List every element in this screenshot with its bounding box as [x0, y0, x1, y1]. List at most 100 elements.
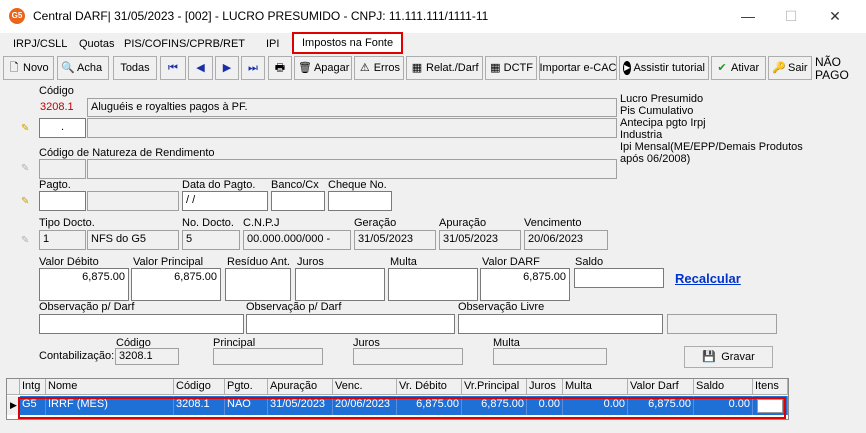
errors-icon: ⚠	[359, 62, 370, 74]
assistir-tutorial-label: Assistir tutorial	[633, 62, 705, 74]
assistir-tutorial-button[interactable]: ▶ Assistir tutorial	[619, 56, 709, 80]
company-info: Lucro Presumido Pis Cumulativo Antecipa …	[620, 93, 803, 165]
dctf-button[interactable]: ▦ DCTF	[485, 56, 537, 80]
gravar-button[interactable]: 💾 Gravar	[684, 346, 773, 368]
minimize-icon[interactable]: —	[736, 4, 760, 28]
ativar-label: Ativar	[731, 62, 760, 74]
contabilizacao-label: Contabilização:	[39, 350, 115, 362]
ativar-button[interactable]: ✔ Ativar	[711, 56, 766, 80]
cont-juros-field	[353, 348, 463, 365]
table-header[interactable]: Intg	[20, 379, 46, 395]
table-header[interactable]: Multa	[563, 379, 628, 395]
first-record-button[interactable]: ⏮	[160, 56, 186, 80]
table-header-indicator	[7, 379, 20, 395]
natureza-desc-field	[87, 159, 617, 179]
table-header[interactable]: Itens	[753, 379, 788, 395]
vencimento-field: 20/06/2023	[524, 230, 608, 250]
table-header[interactable]: Vr.Principal	[462, 379, 527, 395]
tipo-docto-label: Tipo Docto.	[39, 217, 95, 229]
tab-ipi[interactable]: IPI	[263, 36, 282, 52]
acha-button[interactable]: 🔍 Acha	[57, 56, 109, 80]
obs-extra-field	[667, 314, 777, 334]
trash-icon: 🗑	[298, 62, 312, 74]
residuo-field[interactable]	[225, 268, 291, 301]
erros-label: Erros	[373, 62, 400, 74]
payment-status: NÃO PAGO	[815, 56, 849, 82]
data-pagto-field[interactable]: / /	[182, 191, 268, 211]
tab-pis-cofins[interactable]: PIS/COFINS/CPRB/RET	[121, 36, 248, 52]
todas-button[interactable]: Todas	[113, 56, 157, 80]
novo-label: Novo	[23, 62, 49, 74]
next-record-button[interactable]: ▶	[215, 56, 239, 80]
natureza-code-field[interactable]	[39, 159, 86, 179]
recalcular-link[interactable]: Recalcular	[675, 271, 741, 286]
edit-pencil-icon[interactable]: ✎	[21, 163, 35, 175]
table-header[interactable]: Apuração	[268, 379, 333, 395]
last-record-button[interactable]: ⏭	[241, 56, 265, 80]
apagar-button[interactable]: 🗑 Apagar	[294, 56, 352, 80]
relat-darf-button[interactable]: ▦ Relat./Darf	[406, 56, 483, 80]
toolbar: 🗋 Novo 🔍 Acha Todas ⏮ ◀ ▶ ⏭ 🖶 🗑 Apagar ⚠ Err…	[0, 54, 866, 82]
saldo-field[interactable]	[574, 268, 664, 288]
cheque-field[interactable]	[328, 191, 392, 211]
prev-record-button[interactable]: ◀	[188, 56, 213, 80]
sair-button[interactable]: 🔑 Sair	[768, 56, 812, 80]
multa-field[interactable]	[388, 268, 478, 301]
codigo-extra-field	[87, 118, 617, 138]
dctf-icon: ▦	[490, 62, 501, 74]
checkmark-icon: ✔	[717, 62, 727, 74]
saldo-label: Saldo	[575, 256, 604, 268]
first-record-icon: ⏮	[168, 62, 178, 74]
print-button[interactable]: 🖶	[268, 56, 292, 80]
relat-darf-label: Relat./Darf	[426, 62, 479, 74]
novo-button[interactable]: 🗋 Novo	[3, 56, 54, 80]
valor-darf-field[interactable]: 6,875.00	[480, 268, 570, 301]
tab-impostos-na-fonte[interactable]: Impostos na Fonte	[292, 32, 404, 54]
table-header[interactable]: Código	[174, 379, 225, 395]
tab-irpj-csll[interactable]: IRPJ/CSLL	[10, 36, 70, 52]
close-icon[interactable]: ✕	[823, 4, 847, 28]
valor-principal-field[interactable]: 6,875.00	[131, 268, 221, 301]
banco-field[interactable]	[271, 191, 325, 211]
cont-codigo-field: 3208.1	[115, 348, 179, 365]
valor-debito-field[interactable]: 6,875.00	[39, 268, 129, 301]
table-header[interactable]: Venc.	[333, 379, 397, 395]
importar-ecac-button[interactable]: Importar e-CAC	[539, 56, 617, 80]
company-info-line: Industria	[620, 129, 663, 141]
table-header[interactable]: Saldo	[694, 379, 753, 395]
maximize-icon[interactable]: ☐	[779, 4, 803, 28]
table-header[interactable]: Juros	[527, 379, 563, 395]
report-icon: ▦	[411, 62, 423, 74]
banco-label: Banco/Cx	[271, 179, 319, 191]
data-pagto-label: Data do Pagto.	[182, 179, 256, 191]
edit-pencil-icon[interactable]: ✎	[21, 196, 35, 208]
obs-darf1-field[interactable]	[39, 314, 244, 334]
obs-livre-field[interactable]	[458, 314, 663, 334]
company-info-line: Pis Cumulativo	[620, 105, 694, 117]
edit-pencil-icon[interactable]: ✎	[21, 235, 35, 247]
edit-pencil-icon[interactable]: ✎	[21, 123, 35, 135]
tab-quotas[interactable]: Quotas	[76, 36, 117, 52]
play-icon: ▶	[623, 61, 632, 75]
codigo-label: Código	[39, 85, 74, 97]
juros-label: Juros	[297, 256, 324, 268]
erros-button[interactable]: ⚠ Erros	[354, 56, 404, 80]
table-header[interactable]: Nome	[46, 379, 174, 395]
table-header[interactable]: Vr. Débito	[397, 379, 462, 395]
table-header[interactable]: Pgto.	[225, 379, 268, 395]
company-info-line: Lucro Presumido	[620, 93, 704, 105]
no-docto-label: No. Docto.	[182, 217, 234, 229]
cnpj-label: C.N.P.J	[243, 217, 280, 229]
table-header[interactable]: Valor Darf	[628, 379, 694, 395]
obs-livre-label: Observação Livre	[458, 301, 545, 313]
codigo-small-field[interactable]: .	[39, 118, 86, 138]
residuo-label: Resíduo Ant.	[227, 256, 290, 268]
importar-ecac-label: Importar e-CAC	[539, 62, 617, 74]
juros-field[interactable]	[295, 268, 385, 301]
tipo-docto-desc-field: NFS do G5	[87, 230, 179, 250]
obs-darf2-label: Observação p/ Darf	[246, 301, 342, 313]
obs-darf2-field[interactable]	[246, 314, 455, 334]
cnpj-field: 00.000.000/000 -	[243, 230, 351, 250]
codigo-value[interactable]: 3208.1	[39, 99, 86, 117]
pagto-field[interactable]	[39, 191, 86, 211]
